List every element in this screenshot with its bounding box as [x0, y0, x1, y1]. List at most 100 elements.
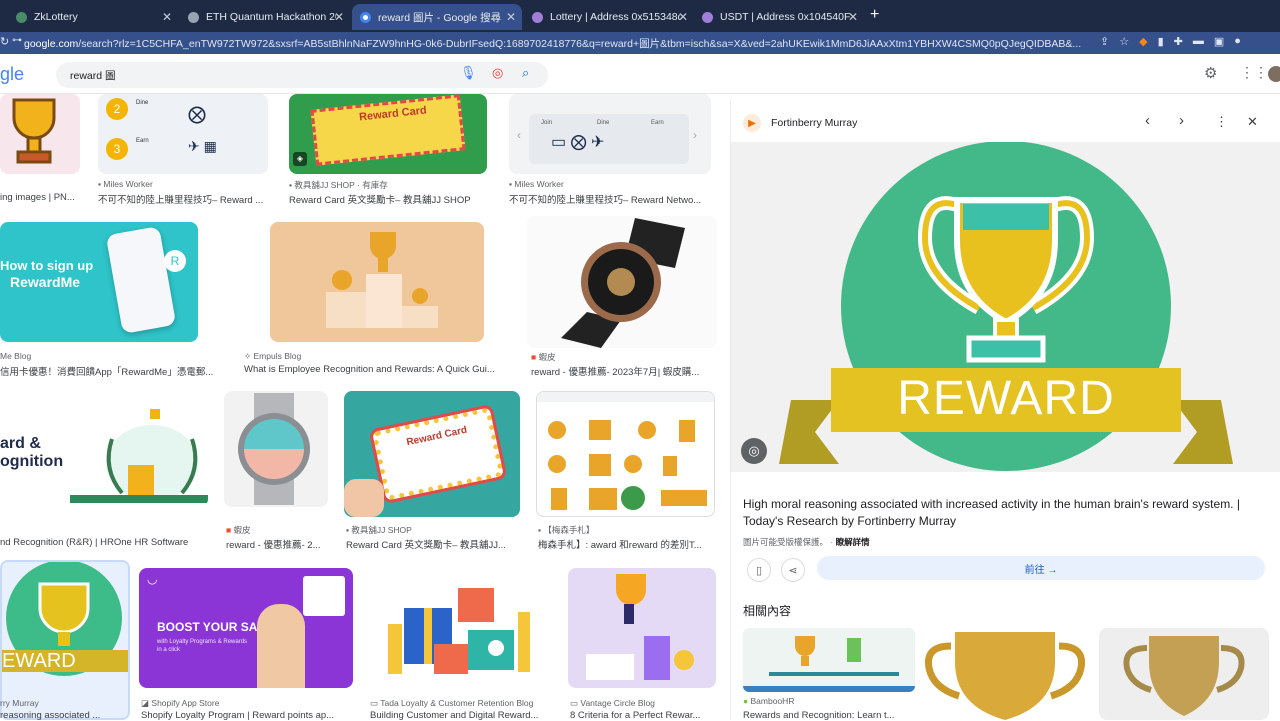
extension-fox-icon[interactable]: ◆: [1139, 35, 1147, 48]
avatar[interactable]: [1268, 66, 1280, 82]
close-icon[interactable]: ✕: [1247, 114, 1258, 130]
preview-image[interactable]: REWARD ◎: [731, 141, 1280, 472]
result-thumb-tada-gifts[interactable]: [368, 568, 552, 688]
extension-puzzle-icon[interactable]: ✚: [1174, 35, 1183, 48]
url-text[interactable]: google.com/search?rlz=1C5CHFA_enTW972TW9…: [24, 36, 1099, 50]
visit-button[interactable]: 前往 →: [817, 556, 1265, 580]
result-caption[interactable]: Reward Card 英文獎勵卡– 教具舖JJ SHOP: [289, 192, 487, 206]
result-thumb-reward-network[interactable]: Join Dine Earn ▭ ⨂ ✈ ‹ ›: [509, 94, 711, 174]
result-source[interactable]: ▪ 教具舖JJ SHOP: [346, 524, 522, 536]
result-thumb-hrone-rr[interactable]: ard & ognition: [0, 391, 208, 507]
previous-icon[interactable]: ‹: [1145, 112, 1150, 129]
result-thumb-reward-card-hand[interactable]: Reward Card: [344, 391, 520, 517]
bookmark-star-icon[interactable]: ☆: [1119, 35, 1129, 48]
extension-icon[interactable]: ▬: [1193, 35, 1204, 48]
related-thumb-bamboohr[interactable]: [743, 628, 915, 692]
result-caption[interactable]: reasoning associated ...: [0, 710, 128, 720]
result-caption[interactable]: Shopify Loyalty Program | Reward points …: [141, 710, 355, 720]
result-caption[interactable]: nd Recognition (R&R) | HROne HR Software: [0, 537, 210, 548]
google-lens-icon[interactable]: ◎: [492, 65, 503, 81]
result-caption[interactable]: 不可不知的陸上賺里程技巧– Reward ...: [98, 192, 268, 206]
next-icon[interactable]: ›: [1179, 112, 1184, 129]
result-thumb-vantage-circle[interactable]: [568, 568, 716, 688]
result-thumb-wristwatch-silver[interactable]: [224, 391, 328, 507]
result-source[interactable]: ▪ Miles Worker: [98, 179, 268, 189]
share-button[interactable]: ⋖: [781, 558, 805, 582]
shopify-subtext: with Loyalty Programs & Rewards in a cli…: [157, 639, 248, 653]
close-tab-icon[interactable]: ✕: [334, 10, 344, 24]
result-source-text: Miles Worker: [514, 179, 564, 189]
result-thumb-watch[interactable]: [527, 216, 717, 348]
search-query-text[interactable]: reward 圖: [70, 68, 116, 83]
result-thumb-miles-worker-steps[interactable]: 2 Dine 3 Earn ⨂ ✈ ▦: [98, 94, 268, 174]
result-thumb-google-image-search[interactable]: [536, 391, 715, 517]
result-source[interactable]: ■ 蝦皮: [531, 351, 721, 363]
step-label: Dine: [597, 120, 610, 126]
result-caption[interactable]: reward - 優惠推薦- 2...: [226, 537, 330, 551]
result-source[interactable]: ◪ Shopify App Store: [141, 698, 355, 709]
result-source-text: 蝦皮: [538, 352, 556, 362]
preview-source[interactable]: ▶ Fortinberry Murray: [743, 114, 857, 132]
result-thumb-shopify-loyalty[interactable]: ◡ BOOST YOUR SALES with Loyalty Programs…: [139, 568, 353, 688]
preview-title[interactable]: High moral reasoning associated with inc…: [743, 496, 1263, 530]
search-icon[interactable]: ⌕: [522, 65, 529, 81]
share-icon[interactable]: ⇪: [1100, 35, 1109, 48]
google-logo[interactable]: gle: [0, 64, 24, 85]
learn-more-link[interactable]: 瞭解詳情: [836, 537, 870, 547]
result-thumb-reward-card[interactable]: Reward Card ◈: [289, 94, 487, 174]
result-caption[interactable]: 8 Criteria for a Perfect Rewar...: [570, 710, 718, 720]
more-options-icon[interactable]: ⋮: [1215, 114, 1228, 130]
related-thumb-gold-trophy[interactable]: [921, 628, 1089, 720]
settings-gear-icon[interactable]: ⚙: [1204, 64, 1217, 82]
result-thumb-rewardme-app[interactable]: How to sign up RewardMe R: [0, 222, 198, 342]
search-input[interactable]: reward 圖 🎙 ◎ ⌕: [56, 62, 548, 88]
profile-icon[interactable]: ●: [1234, 35, 1241, 48]
result-source[interactable]: Me Blog: [0, 351, 198, 361]
result-caption[interactable]: Building Customer and Digital Reward...: [370, 710, 554, 720]
reload-icon[interactable]: ↻: [0, 35, 9, 48]
google-apps-icon[interactable]: ⋮⋮: [1240, 64, 1268, 81]
new-tab-icon[interactable]: +: [870, 6, 879, 24]
voice-search-icon[interactable]: 🎙: [460, 65, 477, 81]
result-source[interactable]: ▪ 【梅森手札】: [538, 524, 717, 536]
result-caption[interactable]: 不可不知的陸上賺里程技巧– Reward Netwo...: [509, 192, 711, 206]
extension-icon[interactable]: ▮: [1158, 35, 1164, 48]
tab-lottery-address[interactable]: Lottery | Address 0x515348dA ✕: [524, 4, 694, 30]
result-source[interactable]: ▪ Miles Worker: [509, 179, 711, 189]
result-thumb-fortinberry-selected[interactable]: EWARD: [0, 560, 130, 720]
side-panel-icon[interactable]: ▣: [1214, 35, 1224, 48]
tab-usdt-address[interactable]: USDT | Address 0x104540F9c ✕: [694, 4, 864, 30]
close-tab-icon[interactable]: ✕: [506, 10, 516, 24]
result-thumb-empuls-trophy[interactable]: [270, 222, 484, 342]
related-caption[interactable]: Rewards and Recognition: Learn t...: [743, 710, 915, 721]
result-caption[interactable]: ing images | PN...: [0, 192, 80, 203]
shopee-icon: ■: [226, 525, 232, 535]
related-source[interactable]: ● BambooHR: [743, 696, 915, 706]
result-source-text: 蝦皮: [233, 525, 251, 535]
result-source[interactable]: ▭ Tada Loyalty & Customer Retention Blog: [370, 698, 554, 709]
result-caption[interactable]: What is Employee Recognition and Rewards…: [244, 364, 514, 375]
google-lens-icon[interactable]: ◎: [741, 438, 767, 464]
close-tab-icon[interactable]: ✕: [162, 10, 172, 24]
tab-google-search[interactable]: reward 圖片 - Google 搜尋 ✕: [352, 4, 522, 30]
result-source[interactable]: ✧ Empuls Blog: [244, 351, 484, 362]
address-bar[interactable]: ↻ ⊶ google.com/search?rlz=1C5CHFA_enTW97…: [0, 32, 1280, 54]
result-source[interactable]: ▪ 教具舖JJ SHOP · 有庫存: [289, 179, 487, 191]
result-thumb-trophy-pink[interactable]: [0, 94, 80, 174]
gift-box-icon: [388, 588, 530, 674]
wristwatch-icon: [561, 218, 685, 348]
close-tab-icon[interactable]: ✕: [678, 10, 688, 24]
tab-eth-hackathon[interactable]: ETH Quantum Hackathon 2023 ✕: [180, 4, 350, 30]
close-tab-icon[interactable]: ✕: [848, 10, 858, 24]
result-source[interactable]: rry Murray: [0, 698, 128, 708]
result-caption[interactable]: Reward Card 英文獎勵卡– 教具舖JJ...: [346, 537, 522, 551]
site-info-icon[interactable]: ⊶: [12, 35, 22, 46]
result-source[interactable]: ▭ Vantage Circle Blog: [570, 698, 718, 709]
result-caption[interactable]: 信用卡優惠！消費回饋App「RewardMe」憑電郵...: [0, 364, 230, 378]
related-thumb-bronze-trophy[interactable]: [1099, 628, 1269, 720]
result-source[interactable]: ■ 蝦皮: [226, 524, 330, 536]
save-bookmark-button[interactable]: ▯: [747, 558, 771, 582]
result-caption[interactable]: reward - 優惠推薦- 2023年7月| 蝦皮購...: [531, 364, 721, 378]
tab-zklottery[interactable]: ZkLottery ✕: [8, 4, 178, 30]
result-caption[interactable]: 梅森手札】: award 和reward 的差別T...: [538, 537, 717, 551]
